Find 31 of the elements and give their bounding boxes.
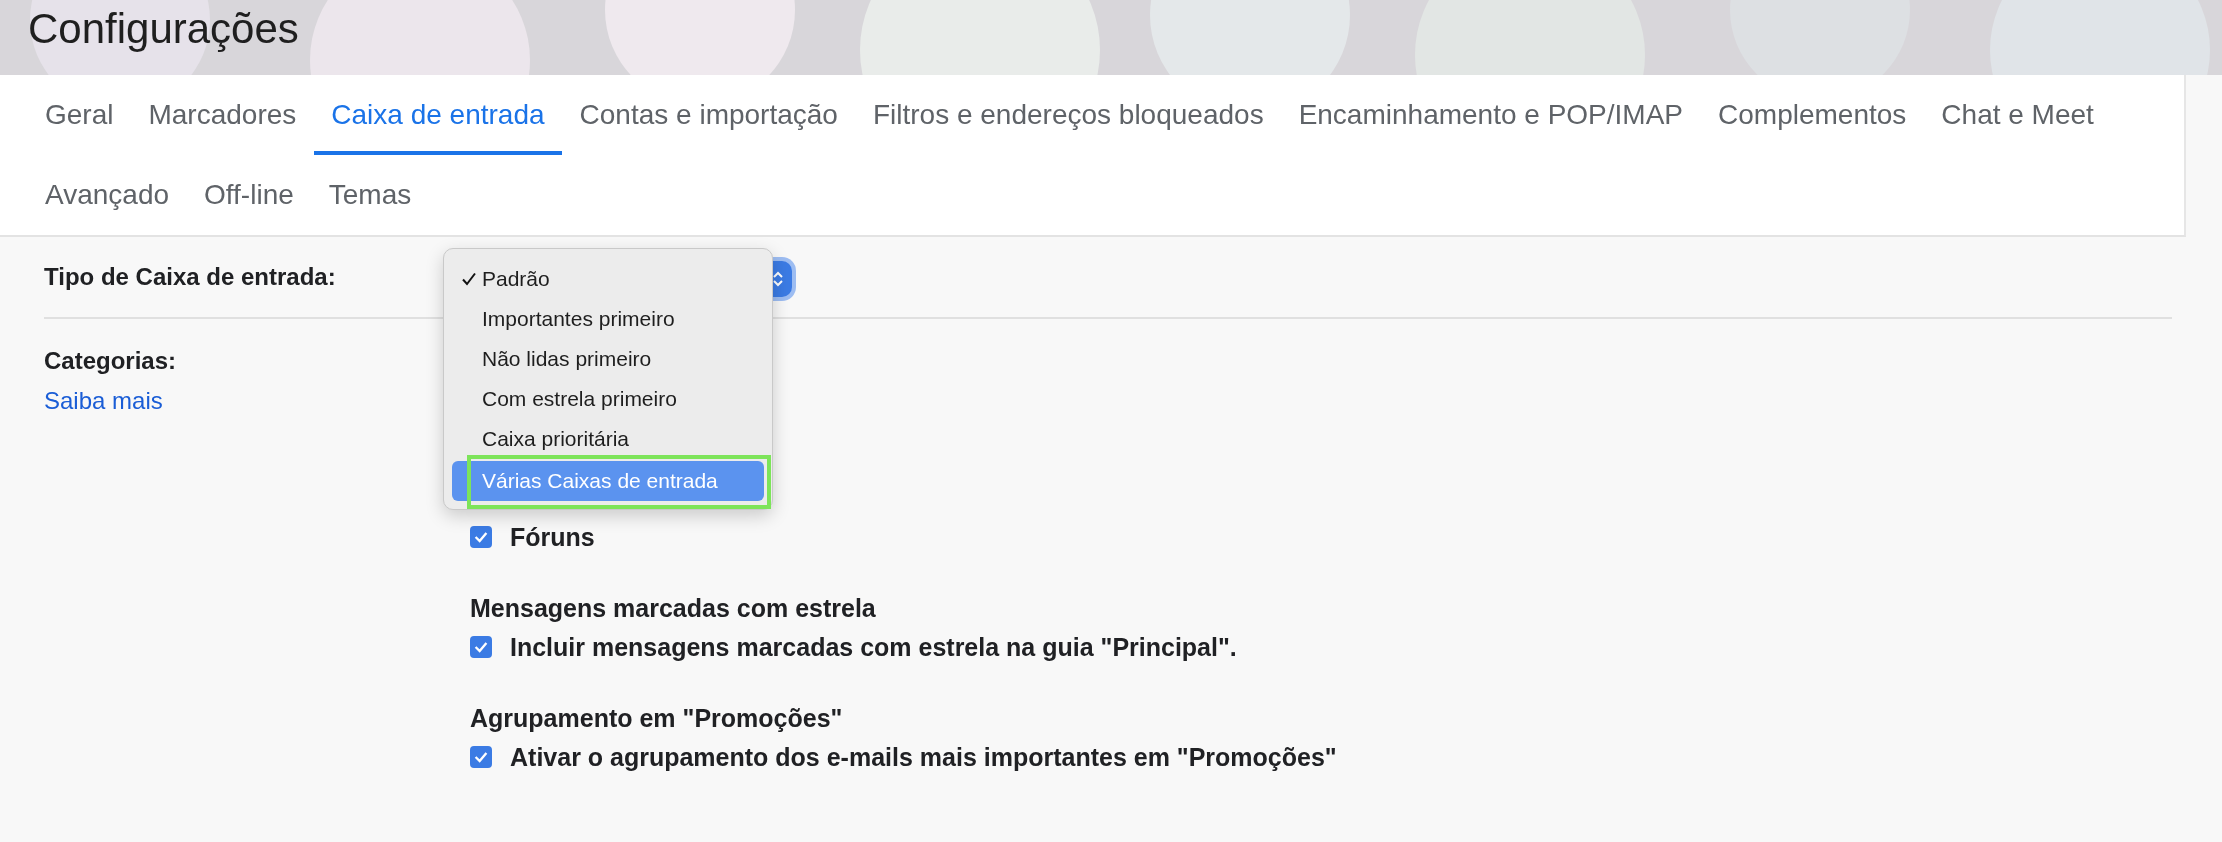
checkbox-label: Incluir mensagens marcadas com estrela na guia "Principal". (510, 632, 1237, 662)
checkbox[interactable] (470, 636, 492, 658)
menu-item[interactable]: Várias Caixas de entrada (452, 461, 764, 501)
settings-tab[interactable]: Off-line (187, 155, 311, 235)
menu-item[interactable]: Não lidas primeiro (452, 339, 764, 379)
menu-item[interactable]: Caixa prioritária (452, 419, 764, 459)
page-title: Configurações (27, 4, 299, 54)
menu-item[interactable]: Importantes primeiro (452, 299, 764, 339)
checkbox-label: Fóruns (510, 522, 595, 552)
settings-tab[interactable]: Marcadores (131, 75, 314, 155)
settings-tab[interactable]: Avançado (28, 155, 187, 235)
menu-item[interactable]: Com estrela primeiro (452, 379, 764, 419)
checkbox[interactable] (470, 526, 492, 548)
settings-tab[interactable]: Geral (28, 75, 131, 155)
settings-tab[interactable]: Encaminhamento e POP/IMAP (1281, 75, 1701, 155)
section-heading: Mensagens marcadas com estrela (470, 593, 877, 624)
checkbox[interactable] (470, 746, 492, 768)
section-label: Categorias: (44, 346, 178, 376)
checkbox-label: Ativar o agrupamento dos e-mails mais importantes em "Promoções" (510, 742, 1337, 772)
menu-item[interactable]: Padrão (452, 259, 764, 299)
settings-tab[interactable]: Temas (311, 155, 429, 235)
settings-tab[interactable]: Contas e importação (562, 75, 855, 155)
field-label: Tipo de Caixa de entrada: (44, 263, 336, 291)
settings-tab[interactable]: Complementos (1701, 75, 1924, 155)
chevron-icon (770, 269, 786, 289)
section-heading: Agrupamento em "Promoções" (470, 703, 844, 734)
settings-tab[interactable]: Caixa de entrada (314, 75, 562, 155)
checkmark-icon (461, 271, 477, 287)
settings-tab[interactable]: Chat e Meet (1924, 75, 2111, 155)
settings-tab[interactable]: Filtros e endereços bloqueados (855, 75, 1281, 155)
learn-more-link[interactable]: Saiba mais (44, 381, 163, 421)
